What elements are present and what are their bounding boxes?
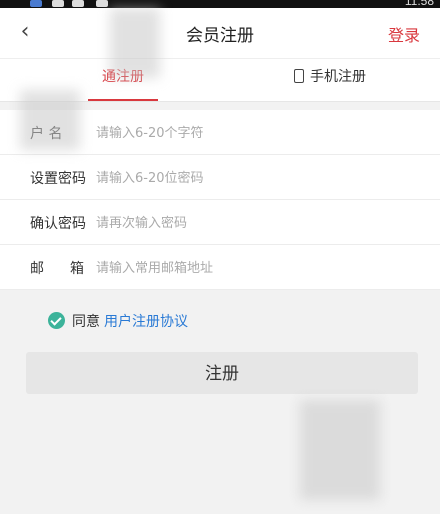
mosaic-watermark (300, 400, 380, 500)
title-bar: ‹ 会员注册 登录 (0, 8, 440, 59)
phone-icon (294, 69, 304, 83)
login-link[interactable]: 登录 (388, 22, 420, 46)
app-icon (30, 0, 42, 7)
confirm-password-row: 确认密码 (0, 200, 440, 245)
password-label: 设置密码 (30, 171, 86, 187)
agreement-link[interactable]: 用户注册协议 (104, 311, 188, 331)
confirm-password-input[interactable] (94, 210, 418, 236)
password-row: 设置密码 (0, 155, 440, 200)
confirm-password-label: 确认密码 (30, 216, 86, 232)
app-icon (96, 0, 108, 7)
tab-label: 手机注册 (310, 69, 366, 85)
app-icon (72, 0, 84, 7)
username-input[interactable] (94, 120, 418, 146)
email-row: 邮箱 (0, 245, 440, 290)
status-bar: 11:58 (0, 0, 440, 8)
mosaic-watermark (110, 8, 160, 78)
tab-phone-register[interactable]: 手机注册 (280, 59, 380, 99)
check-circle-icon[interactable] (48, 312, 65, 329)
app-icon (52, 0, 64, 7)
agreement-prefix: 同意 (72, 314, 100, 330)
status-time: 11:58 (404, 0, 434, 8)
page-title: 会员注册 (186, 26, 254, 46)
email-input[interactable] (94, 255, 418, 281)
mosaic-watermark (20, 90, 80, 150)
password-input[interactable] (94, 165, 418, 191)
register-button[interactable]: 注册 (26, 352, 418, 394)
